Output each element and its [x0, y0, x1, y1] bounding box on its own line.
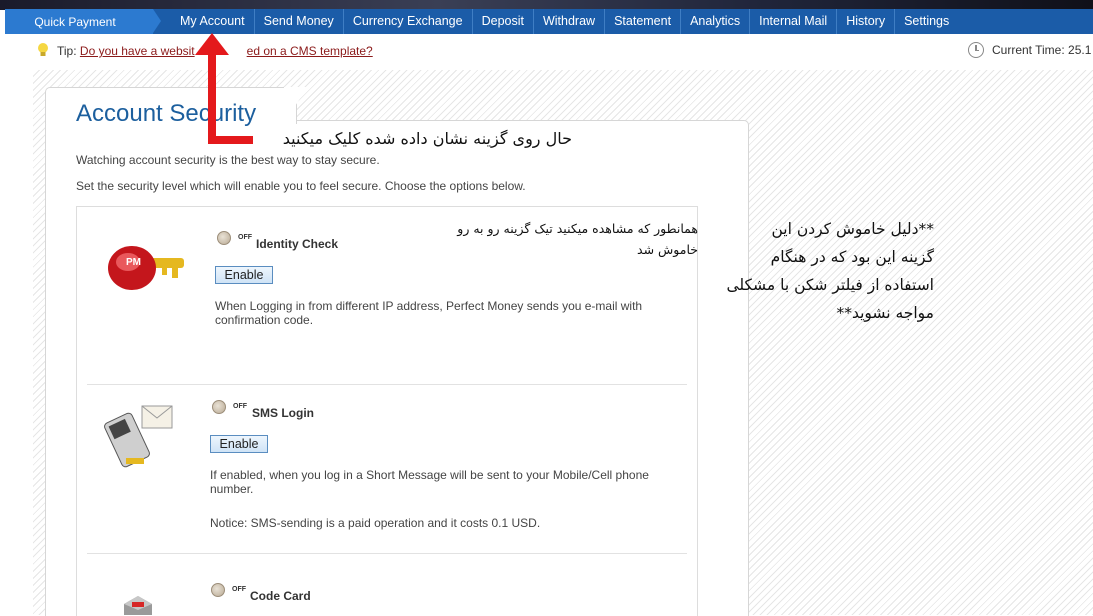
instruction-text: Set the security level which will enable… [76, 179, 526, 193]
identity-check-label: Identity Check [256, 237, 339, 251]
sms-login-notice: Notice: SMS-sending is a paid operation … [210, 516, 541, 530]
tip-link-start: Do you have a websit [79, 44, 195, 58]
nav-my-account[interactable]: My Account [171, 9, 255, 34]
code-card-icon [124, 596, 152, 615]
reason-line3: استفاده از فیلتر شکن با مشکلی [726, 276, 934, 294]
reason-line1: **دلیل خاموش کردن این [771, 220, 935, 238]
option-divider [87, 553, 687, 554]
tip-prefix: Tip: [57, 44, 77, 58]
sms-login-label: SMS Login [252, 406, 314, 420]
click-annotation: حال روی گزینه نشان داده شده کلیک میکنید [282, 129, 572, 148]
sms-login-description: If enabled, when you log in a Short Mess… [210, 468, 649, 496]
nav-send-money[interactable]: Send Money [255, 9, 344, 34]
title-tab-slant [284, 87, 308, 123]
nav-statement[interactable]: Statement [605, 9, 682, 34]
page-title: Account Security [76, 100, 257, 127]
off-annotation-line2: خاموش شد [637, 242, 698, 257]
code-card-toggle[interactable] [211, 583, 225, 597]
reason-annotation: **دلیل خاموش کردن این گزینه این بود که د… [718, 215, 934, 327]
sms-login-enable-button[interactable]: Enable [210, 435, 268, 453]
current-time: Current Time: 25.1 [992, 43, 1092, 57]
reason-line4: مواجه نشوید** [836, 304, 934, 322]
intro-text: Watching account security is the best wa… [76, 153, 380, 167]
clock-icon [968, 42, 984, 58]
pm-key-icon: PM [108, 246, 184, 290]
nav-internal-mail[interactable]: Internal Mail [750, 9, 838, 34]
lightbulb-icon [38, 43, 48, 56]
tip-link-end: ed on a CMS template? [246, 44, 373, 58]
nav-currency-exchange[interactable]: Currency Exchange [344, 9, 473, 34]
nav-withdraw[interactable]: Withdraw [534, 9, 606, 34]
main-nav: Quick Payment My Account Send Money Curr… [5, 9, 1093, 34]
code-card-state: OFF [232, 586, 246, 593]
option-divider [87, 384, 687, 385]
reason-line2: گزینه این بود که در هنگام [770, 248, 934, 266]
nav-deposit[interactable]: Deposit [473, 9, 534, 34]
identity-check-enable-button[interactable]: Enable [215, 266, 273, 284]
identity-check-state: OFF [238, 234, 252, 241]
tip-bar: Tip: Do you have a websit ed on a CMS tem… [0, 38, 1093, 62]
identity-check-description: When Logging in from different IP addres… [215, 299, 643, 327]
phone-envelope-icon [104, 405, 173, 468]
sms-login-toggle[interactable] [212, 400, 226, 414]
quick-payment-button[interactable]: Quick Payment [5, 9, 161, 34]
off-annotation-line1: همانطور که مشاهده میکنید تیک گزینه رو به… [457, 221, 698, 236]
off-annotation: همانطور که مشاهده میکنید تیک گزینه رو به… [420, 218, 698, 260]
nav-items: My Account Send Money Currency Exchange … [171, 9, 958, 34]
nav-settings[interactable]: Settings [895, 9, 958, 34]
code-card-label: Code Card [250, 589, 311, 603]
nav-analytics[interactable]: Analytics [681, 9, 751, 34]
nav-history[interactable]: History [837, 9, 896, 34]
identity-check-toggle[interactable] [217, 231, 231, 245]
annotation-arrow-shaft [208, 52, 216, 144]
annotation-arrow-tail [208, 136, 253, 144]
svg-text:PM: PM [126, 257, 141, 268]
sms-login-state: OFF [233, 403, 247, 410]
